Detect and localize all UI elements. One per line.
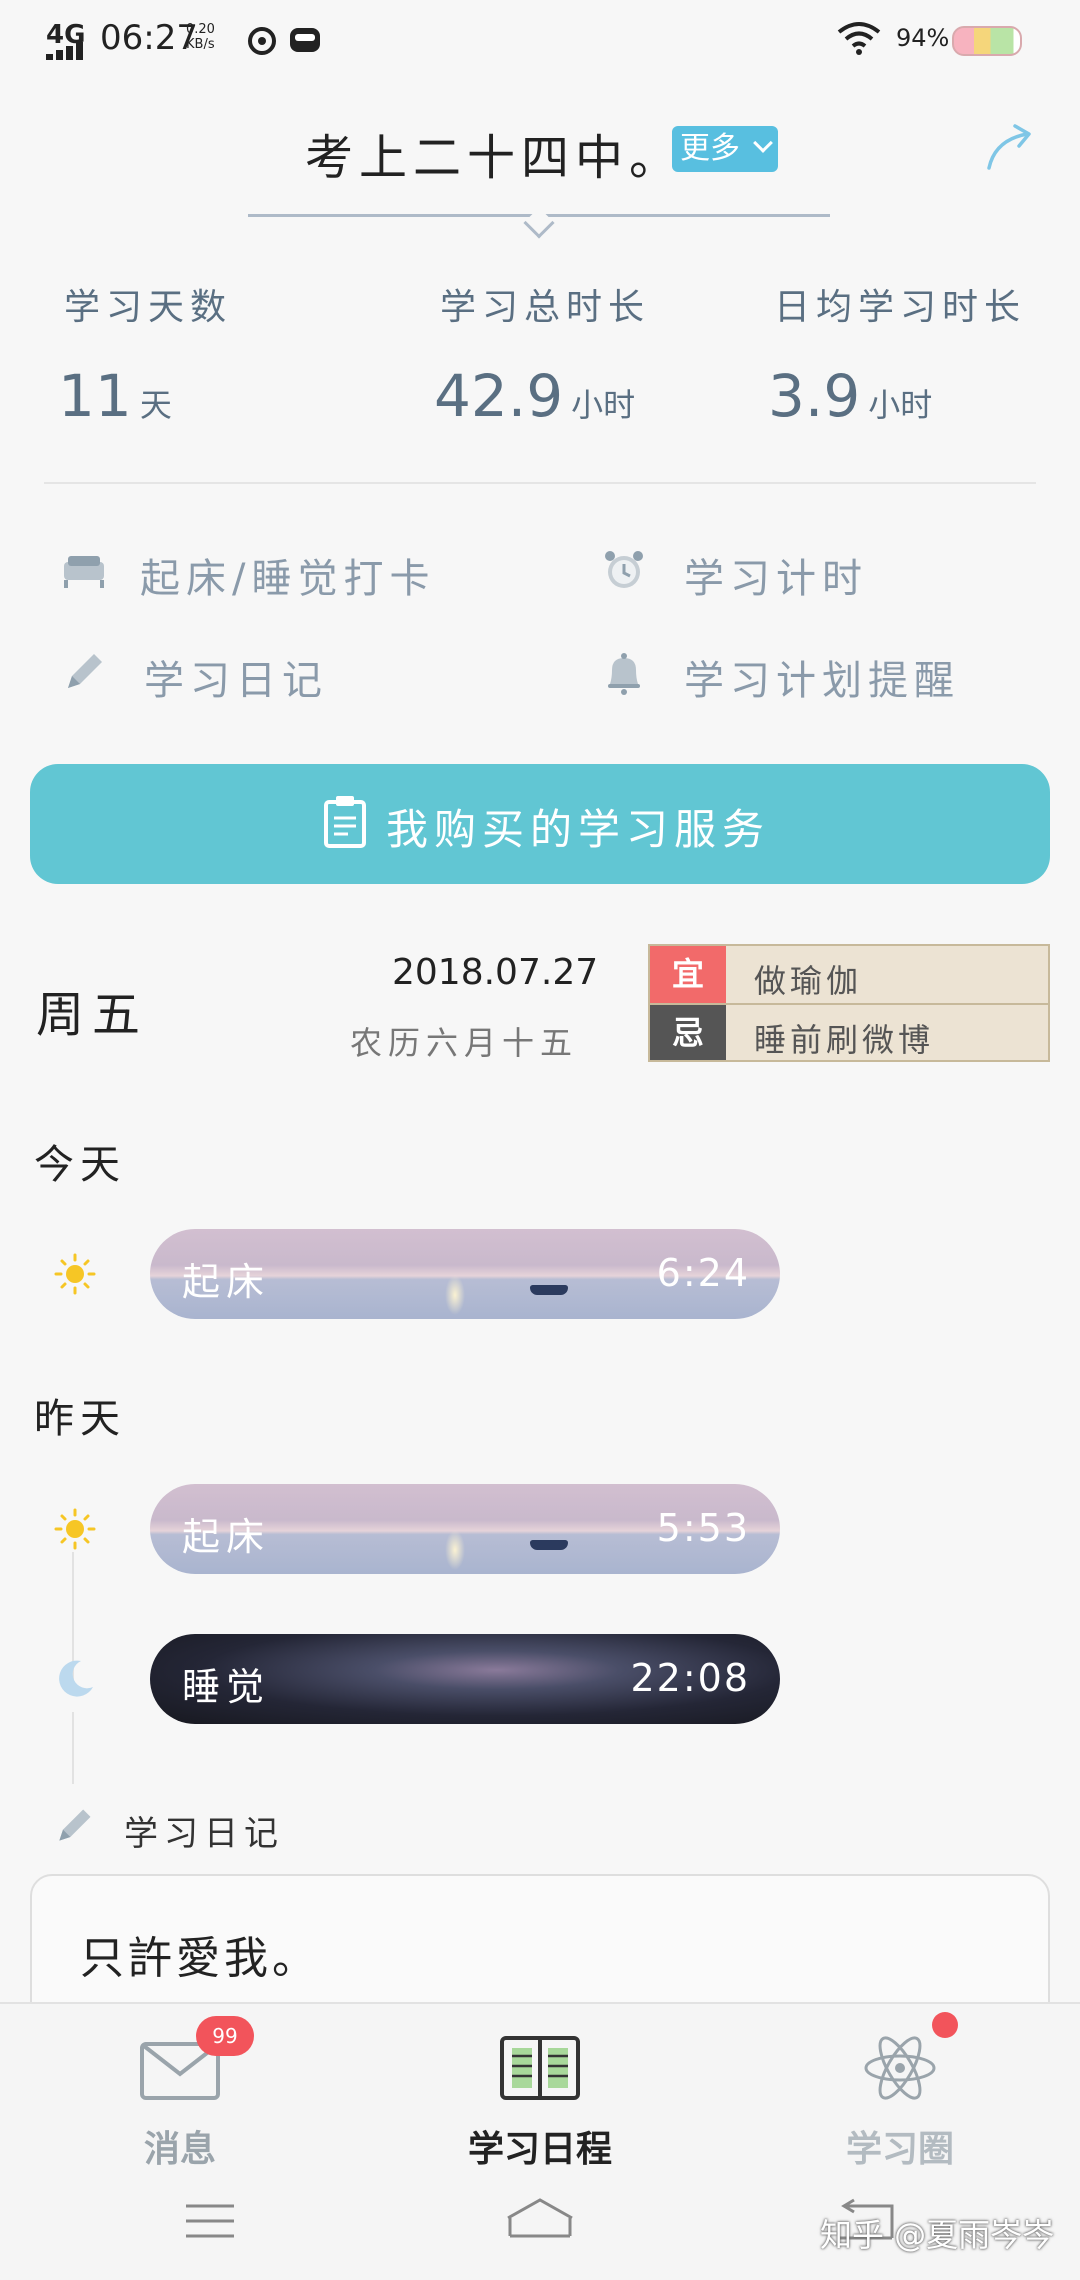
almanac-box: 宜 做瑜伽 忌 睡前刷微博 bbox=[648, 944, 1050, 1062]
lunar-date: 农历六月十五 bbox=[350, 1024, 579, 1062]
moon-icon bbox=[59, 1660, 93, 1697]
almanac-do: 宜 做瑜伽 bbox=[650, 946, 1048, 1003]
alarm-clock-icon bbox=[605, 551, 643, 588]
clock: 06:27 bbox=[100, 18, 198, 58]
almanac-avoid-text: 睡前刷微博 bbox=[754, 1021, 935, 1059]
nav-study-schedule[interactable]: 学习日程 bbox=[440, 2032, 640, 2170]
stat-total: 42.9 小时 bbox=[434, 362, 636, 430]
menu-icon[interactable] bbox=[184, 2200, 236, 2242]
watermark: 知乎 @夏雨岑岑 bbox=[820, 2216, 1055, 2254]
document-icon bbox=[324, 796, 366, 848]
pencil-icon bbox=[59, 1809, 91, 1841]
sun-icon bbox=[54, 1508, 96, 1550]
title-caret bbox=[523, 207, 555, 239]
bell-icon bbox=[608, 653, 640, 695]
chevron-down-icon bbox=[753, 133, 773, 153]
nav-study-circle[interactable]: 学习圈 bbox=[800, 2032, 1000, 2170]
battery-icon bbox=[952, 26, 1022, 56]
share-arrow-icon[interactable] bbox=[985, 122, 1035, 172]
date: 2018.07.27 bbox=[392, 952, 599, 993]
weekday: 周五 bbox=[36, 987, 149, 1043]
timeline-line bbox=[72, 1712, 74, 1784]
study-timer-action[interactable]: 学习计时 bbox=[600, 546, 1040, 606]
purchased-services-button[interactable]: 我购买的学习服务 bbox=[30, 764, 1050, 884]
stat-days: 11 天 bbox=[58, 362, 172, 430]
sun-icon bbox=[54, 1253, 96, 1295]
divider bbox=[44, 482, 1036, 484]
wake-up-record-today[interactable]: 起床 6:24 bbox=[150, 1229, 780, 1319]
almanac-avoid-tag: 忌 bbox=[650, 1005, 726, 1060]
yesterday-heading: 昨天 bbox=[34, 1396, 126, 1442]
vivo-app-icon bbox=[290, 28, 320, 52]
music-app-icon bbox=[248, 27, 276, 55]
signal-icon bbox=[46, 42, 90, 60]
net-speed: 0.20 KB/s bbox=[186, 22, 215, 52]
stat-days-label: 学习天数 bbox=[64, 287, 233, 328]
diary-heading: 学习日记 bbox=[124, 1814, 284, 1854]
page-title[interactable]: 考上二十四中。 bbox=[305, 118, 683, 188]
stat-daily-label: 日均学习时长 bbox=[774, 287, 1027, 328]
today-heading: 今天 bbox=[34, 1142, 126, 1188]
notification-dot bbox=[932, 2012, 958, 2038]
stat-daily: 3.9 小时 bbox=[768, 362, 933, 430]
wifi-icon bbox=[837, 22, 881, 55]
nav-messages[interactable]: 消息 bbox=[80, 2032, 280, 2170]
pencil-icon bbox=[68, 654, 102, 688]
message-badge: 99 bbox=[196, 2016, 254, 2056]
study-plan-reminder-action[interactable]: 学习计划提醒 bbox=[600, 648, 1040, 708]
more-button[interactable]: 更多 bbox=[672, 126, 778, 172]
diary-text: 只許愛我。 bbox=[80, 1933, 320, 1984]
checkin-action[interactable]: 起床/睡觉打卡 bbox=[60, 546, 580, 606]
home-icon[interactable] bbox=[504, 2196, 576, 2244]
status-bar: 4G 06:27 0.20 KB/s 94% bbox=[0, 0, 1080, 80]
almanac-do-tag: 宜 bbox=[650, 946, 726, 1003]
almanac-do-text: 做瑜伽 bbox=[754, 962, 863, 1000]
wake-up-record-yesterday[interactable]: 起床 5:53 bbox=[150, 1484, 780, 1574]
almanac-avoid: 忌 睡前刷微博 bbox=[650, 1003, 1048, 1060]
atom-icon bbox=[864, 2036, 936, 2100]
open-book-icon bbox=[500, 2036, 580, 2100]
bed-icon bbox=[64, 556, 104, 588]
stat-total-label: 学习总时长 bbox=[440, 287, 651, 328]
battery-percent: 94% bbox=[896, 24, 950, 52]
sleep-record-yesterday[interactable]: 睡觉 22:08 bbox=[150, 1634, 780, 1724]
study-diary-action[interactable]: 学习日记 bbox=[60, 648, 580, 708]
